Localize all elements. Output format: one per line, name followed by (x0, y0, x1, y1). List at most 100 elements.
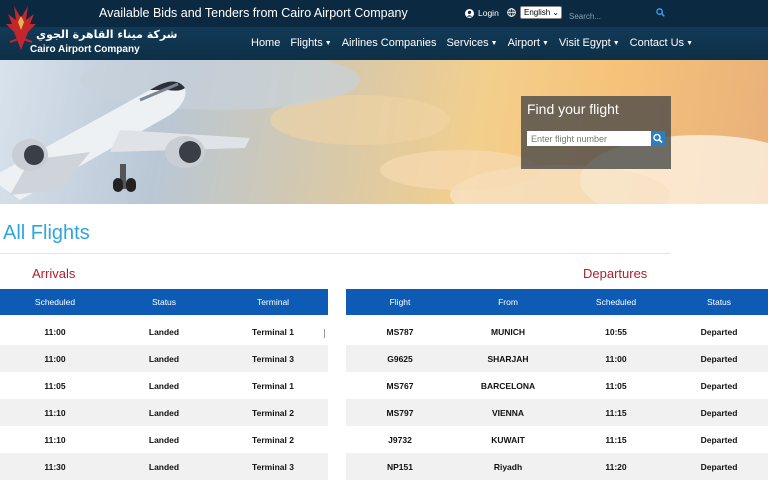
table-cell: Departed (670, 318, 768, 345)
table-cell: Riyadh (454, 453, 562, 480)
find-flight-title: Find your flight (527, 101, 619, 117)
nav-contact-label: Contact Us (629, 37, 685, 49)
departures-header-row: Flight From Scheduled Status (346, 289, 768, 315)
table-cell: MS767 (346, 372, 454, 399)
login-label: Login (478, 8, 499, 18)
table-cell: Terminal 2 (218, 426, 328, 453)
table-cell: VIENNA (454, 399, 562, 426)
table-row[interactable]: MS797 VIENNA 11:15 Departed (346, 399, 768, 426)
table-cell: 11:00 (0, 345, 110, 372)
nav-airport-label: Airport (507, 37, 540, 49)
table-scrollbar[interactable] (324, 329, 325, 338)
arrivals-table: Scheduled Status Terminal 11:00 Landed Ter… (0, 289, 328, 480)
table-row[interactable]: NP151 Riyadh 11:20 Departed (346, 453, 768, 480)
table-cell: Landed (110, 345, 218, 372)
table-row[interactable]: 11:05 Landed Terminal 1 (0, 372, 328, 399)
table-cell: 11:00 (0, 318, 110, 345)
table-cell: Landed (110, 318, 218, 345)
table-row[interactable]: MS767 BARCELONA 11:05 Departed (346, 372, 768, 399)
col-header[interactable]: Terminal (218, 289, 328, 315)
departures-heading: Departures (583, 266, 648, 281)
page-title: All Flights (3, 222, 90, 244)
nav-airlines-companies[interactable]: Airlines Companies (342, 37, 437, 49)
table-row[interactable]: G9625 SHARJAH 11:00 Departed (346, 345, 768, 372)
nav-services-label: Services (446, 37, 489, 49)
caret-down-icon: ▼ (612, 40, 620, 47)
caret-down-icon: ▼ (324, 40, 332, 47)
col-header[interactable]: From (454, 289, 562, 315)
nav-home-label: Home (251, 37, 281, 49)
table-cell: BARCELONA (454, 372, 562, 399)
nav-services[interactable]: Services ▼ (446, 37, 497, 49)
nav-home[interactable]: Home (251, 37, 280, 49)
find-flight-panel: Find your flight (521, 96, 671, 169)
col-header[interactable]: Status (670, 289, 768, 315)
table-cell: Terminal 3 (218, 453, 328, 480)
table-cell: 11:20 (562, 453, 670, 480)
find-flight-search-button[interactable] (651, 131, 665, 146)
arrivals-header-row: Scheduled Status Terminal (0, 289, 328, 315)
col-header[interactable]: Status (110, 289, 218, 315)
nav-flights-label: Flights (290, 37, 323, 49)
col-header[interactable]: Flight (346, 289, 454, 315)
table-row[interactable]: 11:10 Landed Terminal 2 (0, 426, 328, 453)
table-row[interactable]: 11:10 Landed Terminal 2 (0, 399, 328, 426)
nav-contact-us[interactable]: Contact Us ▼ (630, 37, 693, 49)
table-cell: J9732 (346, 426, 454, 453)
table-cell: NP151 (346, 453, 454, 480)
search-input[interactable] (566, 9, 647, 24)
login-link[interactable]: Login (465, 8, 499, 18)
flight-number-input[interactable] (527, 131, 651, 146)
user-icon (465, 8, 474, 18)
table-cell: Landed (110, 372, 218, 399)
table-row[interactable]: 11:00 Landed Terminal 1 (0, 318, 328, 345)
table-cell: G9625 (346, 345, 454, 372)
table-cell: SHARJAH (454, 345, 562, 372)
table-row[interactable]: MS787 MUNICH 10:55 Departed (346, 318, 768, 345)
logo-english-text: Cairo Airport Company (30, 44, 140, 55)
table-row[interactable]: J9732 KUWAIT 11:15 Departed (346, 426, 768, 453)
language-value: English (524, 8, 551, 17)
table-cell: 11:10 (0, 399, 110, 426)
caret-down-icon: ▼ (490, 40, 498, 47)
chevron-down-icon: ⌄ (552, 8, 559, 17)
table-cell: 11:15 (562, 426, 670, 453)
language-select[interactable]: English ⌄ (520, 6, 562, 19)
cairo-airport-logo[interactable]: شركة ميناء القاهرة الجوي Cairo Airport C… (0, 0, 177, 60)
table-cell: Landed (110, 453, 218, 480)
table-cell: Departed (670, 372, 768, 399)
main-menu: Home Flights ▼ Airlines Companies Service… (251, 37, 703, 49)
table-cell: 11:00 (562, 345, 670, 372)
caret-down-icon: ▼ (686, 40, 693, 47)
table-cell: Landed (110, 426, 218, 453)
table-row[interactable]: 11:30 Landed Terminal 3 (0, 453, 328, 480)
table-cell: KUWAIT (454, 426, 562, 453)
table-cell: 11:05 (0, 372, 110, 399)
site-search (566, 6, 660, 24)
table-cell: 11:30 (0, 453, 110, 480)
table-cell: 11:05 (562, 372, 670, 399)
table-cell: 11:10 (0, 426, 110, 453)
search-icon (653, 133, 663, 144)
table-cell: Terminal 1 (218, 372, 328, 399)
logo-arabic-text: شركة ميناء القاهرة الجوي (36, 28, 178, 41)
departures-table: Flight From Scheduled Status MS787 MUNICH… (346, 289, 768, 480)
table-cell: 11:15 (562, 399, 670, 426)
caret-down-icon: ▼ (541, 40, 549, 47)
nav-flights[interactable]: Flights ▼ (290, 37, 331, 49)
globe-icon (507, 8, 516, 17)
table-cell: Departed (670, 426, 768, 453)
nav-airport[interactable]: Airport ▼ (508, 37, 549, 49)
col-header[interactable]: Scheduled (0, 289, 110, 315)
table-cell: Terminal 3 (218, 345, 328, 372)
table-cell: Terminal 1 (218, 318, 328, 345)
table-row[interactable]: 11:00 Landed Terminal 3 (0, 345, 328, 372)
col-header[interactable]: Scheduled (562, 289, 670, 315)
arrivals-heading: Arrivals (32, 266, 76, 281)
table-cell: MUNICH (454, 318, 562, 345)
table-cell: Landed (110, 399, 218, 426)
search-icon[interactable] (656, 8, 665, 17)
nav-visit-egypt-label: Visit Egypt (558, 37, 611, 49)
nav-visit-egypt[interactable]: Visit Egypt ▼ (559, 37, 620, 49)
table-cell: Departed (670, 453, 768, 480)
